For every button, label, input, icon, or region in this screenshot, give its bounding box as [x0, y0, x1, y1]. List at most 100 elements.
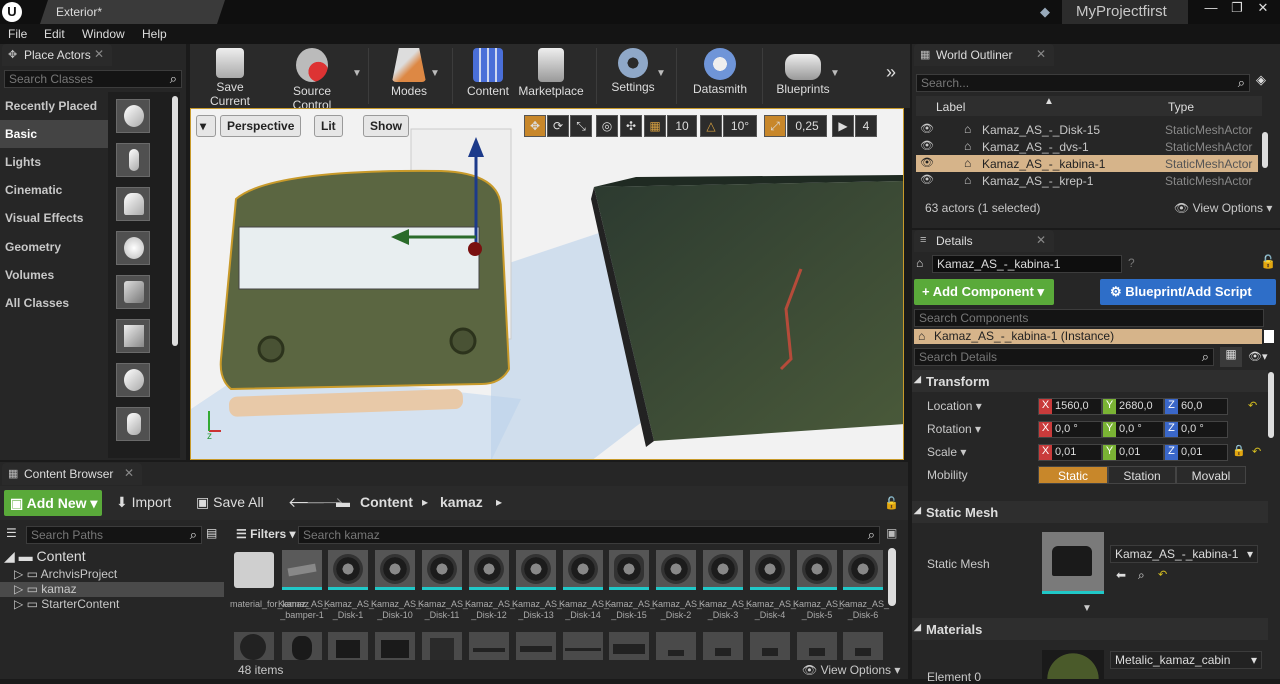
scale-snap-value[interactable]: 0,25: [787, 115, 827, 137]
asset-tile[interactable]: [516, 632, 556, 662]
static-mesh-dropdown[interactable]: Kamaz_AS_-_kabina-1 ▾: [1110, 545, 1258, 563]
reset-location-icon[interactable]: ↶: [1248, 399, 1257, 412]
asset-tile[interactable]: [843, 632, 883, 662]
modes-button[interactable]: Modes: [384, 48, 434, 106]
search-components-input[interactable]: Search Components: [914, 309, 1264, 327]
category-recently-placed[interactable]: Recently Placed: [0, 92, 108, 120]
settings-button[interactable]: Settings: [608, 48, 658, 106]
surface-snap-icon[interactable]: ✣: [620, 115, 642, 137]
save-all-button[interactable]: ▣ Save All: [196, 494, 264, 511]
actor-player-start[interactable]: [116, 275, 150, 309]
actor-empty-actor[interactable]: [116, 99, 150, 133]
location-x-field[interactable]: X 1560,0: [1038, 398, 1102, 415]
mobility-stationary-button[interactable]: Station: [1108, 466, 1176, 484]
actor-list-scrollbar[interactable]: [172, 96, 178, 346]
asset-tile[interactable]: [234, 632, 274, 662]
breadcrumb-content[interactable]: Content: [360, 494, 413, 510]
asset-tile[interactable]: [469, 550, 509, 590]
camera-speed-value[interactable]: 4: [855, 115, 877, 137]
expand-arrow-icon[interactable]: ▼: [1082, 603, 1092, 614]
blueprints-button[interactable]: Blueprints: [772, 48, 834, 106]
outliner-row-selected[interactable]: 👁 ⌂ Kamaz_AS_-_kabina-1 StaticMeshActor: [916, 155, 1258, 172]
close-window-button[interactable]: ✕: [1250, 0, 1276, 18]
actor-sphere[interactable]: [116, 363, 150, 397]
asset-tile[interactable]: [750, 632, 790, 662]
rotation-label[interactable]: Rotation ▾: [927, 422, 981, 436]
scale-x-field[interactable]: X 0,01: [1038, 444, 1102, 461]
search-details-input[interactable]: Search Details ⌕: [914, 348, 1214, 366]
materials-section[interactable]: ◢ Materials: [912, 618, 1268, 640]
visibility-eye-icon[interactable]: 👁: [920, 122, 934, 135]
category-all-classes[interactable]: All Classes: [0, 289, 108, 317]
asset-tile[interactable]: [843, 550, 883, 590]
browse-icon[interactable]: ⌕: [1138, 568, 1145, 583]
category-volumes[interactable]: Volumes: [0, 261, 108, 289]
maximize-button[interactable]: ❐: [1224, 0, 1250, 18]
outliner-row[interactable]: 👁 ⌂ Kamaz_AS_-_Disk-15 StaticMeshActor: [916, 121, 1258, 138]
location-label[interactable]: Location ▾: [927, 399, 982, 413]
perspective-button[interactable]: Perspective: [220, 115, 302, 137]
add-component-button[interactable]: + Add Component ▾: [914, 279, 1054, 305]
content-button[interactable]: Content: [464, 48, 512, 106]
scale-snap-icon[interactable]: ⤢: [764, 115, 786, 137]
marketplace-button[interactable]: Marketplace: [518, 48, 584, 106]
details-view-options-icon[interactable]: 👁▾: [1248, 350, 1268, 363]
outliner-add-filter-icon[interactable]: ◈: [1256, 72, 1266, 88]
asset-tile[interactable]: [797, 632, 837, 662]
asset-tile[interactable]: [422, 632, 462, 662]
reset-scale-icon[interactable]: ↶: [1252, 445, 1261, 458]
transform-section[interactable]: ◢ Transform: [912, 370, 1268, 392]
scale-z-field[interactable]: Z 0,01: [1164, 444, 1228, 461]
toolbar-overflow-icon[interactable]: »: [886, 62, 896, 83]
static-mesh-section[interactable]: ◢ Static Mesh: [912, 501, 1268, 523]
search-paths-input[interactable]: Search Paths ⌕: [26, 526, 202, 544]
blueprint-add-script-button[interactable]: ⚙ Blueprint/Add Script: [1100, 279, 1276, 305]
asset-tile[interactable]: [469, 632, 509, 662]
menu-help[interactable]: Help: [142, 27, 167, 41]
tree-item-startercontent[interactable]: ▷ ▭ StarterContent: [14, 597, 234, 612]
search-classes-input[interactable]: Search Classes ⌕: [4, 70, 182, 88]
asset-tile[interactable]: [703, 550, 743, 590]
toggle-sources-icon[interactable]: ☰: [6, 526, 17, 540]
add-new-button[interactable]: ▣ Add New ▾: [4, 490, 102, 516]
source-control-button[interactable]: Source Control: [272, 48, 352, 112]
modes-dropdown-icon[interactable]: ▼: [430, 68, 440, 79]
level-tab[interactable]: Exterior*: [40, 0, 225, 24]
lock-icon[interactable]: 🔓: [1260, 254, 1276, 270]
outliner-search-input[interactable]: Search... ⌕: [916, 74, 1250, 92]
close-tab-icon[interactable]: ✕: [94, 47, 104, 61]
level-viewport[interactable]: z: [190, 108, 904, 460]
rotation-x-field[interactable]: X 0,0 °: [1038, 421, 1102, 438]
use-selected-icon[interactable]: ⬅: [1116, 568, 1126, 582]
datasmith-button[interactable]: Datasmith: [690, 48, 750, 106]
scale-label[interactable]: Scale ▾: [927, 445, 966, 459]
content-browser-tab[interactable]: ▦ Content Browser ✕: [2, 463, 142, 485]
rotate-tool-icon[interactable]: ⟳: [547, 115, 569, 137]
lit-button[interactable]: Lit: [314, 115, 343, 137]
visibility-eye-icon[interactable]: 👁: [920, 156, 934, 169]
asset-tile[interactable]: [328, 550, 368, 590]
details-scrollbar[interactable]: [1268, 372, 1274, 438]
actor-point-light[interactable]: [116, 231, 150, 265]
outliner-scrollbar[interactable]: [1262, 132, 1268, 168]
asset-tile[interactable]: [375, 632, 415, 662]
search-assets-input[interactable]: Search kamaz ⌕: [298, 526, 880, 544]
lock-icon[interactable]: 🔓: [884, 496, 899, 510]
asset-scrollbar[interactable]: [888, 548, 896, 606]
rotation-y-field[interactable]: Y 0,0 °: [1102, 421, 1164, 438]
mobility-static-button[interactable]: Static: [1038, 466, 1108, 484]
translate-tool-icon[interactable]: ✥: [524, 115, 546, 137]
category-geometry[interactable]: Geometry: [0, 233, 108, 261]
visibility-eye-icon[interactable]: 👁: [920, 173, 934, 186]
asset-tile[interactable]: [703, 632, 743, 662]
breadcrumb-separator-icon[interactable]: ▸: [496, 495, 502, 509]
settings-dropdown-icon[interactable]: ▼: [656, 68, 666, 79]
viewport-options-button[interactable]: ▾: [196, 115, 216, 137]
asset-tile[interactable]: [609, 632, 649, 662]
rotation-snap-value[interactable]: 10°: [723, 115, 757, 137]
close-tab-icon[interactable]: ✕: [1036, 47, 1046, 61]
world-outliner-tab[interactable]: ▦ World Outliner ✕: [914, 44, 1054, 66]
tree-item-content[interactable]: ◢ ▬ Content: [4, 548, 224, 564]
outliner-row[interactable]: 👁 ⌂ Kamaz_AS_-_krep-1 StaticMeshActor: [916, 172, 1258, 189]
actor-cube[interactable]: [116, 319, 150, 353]
